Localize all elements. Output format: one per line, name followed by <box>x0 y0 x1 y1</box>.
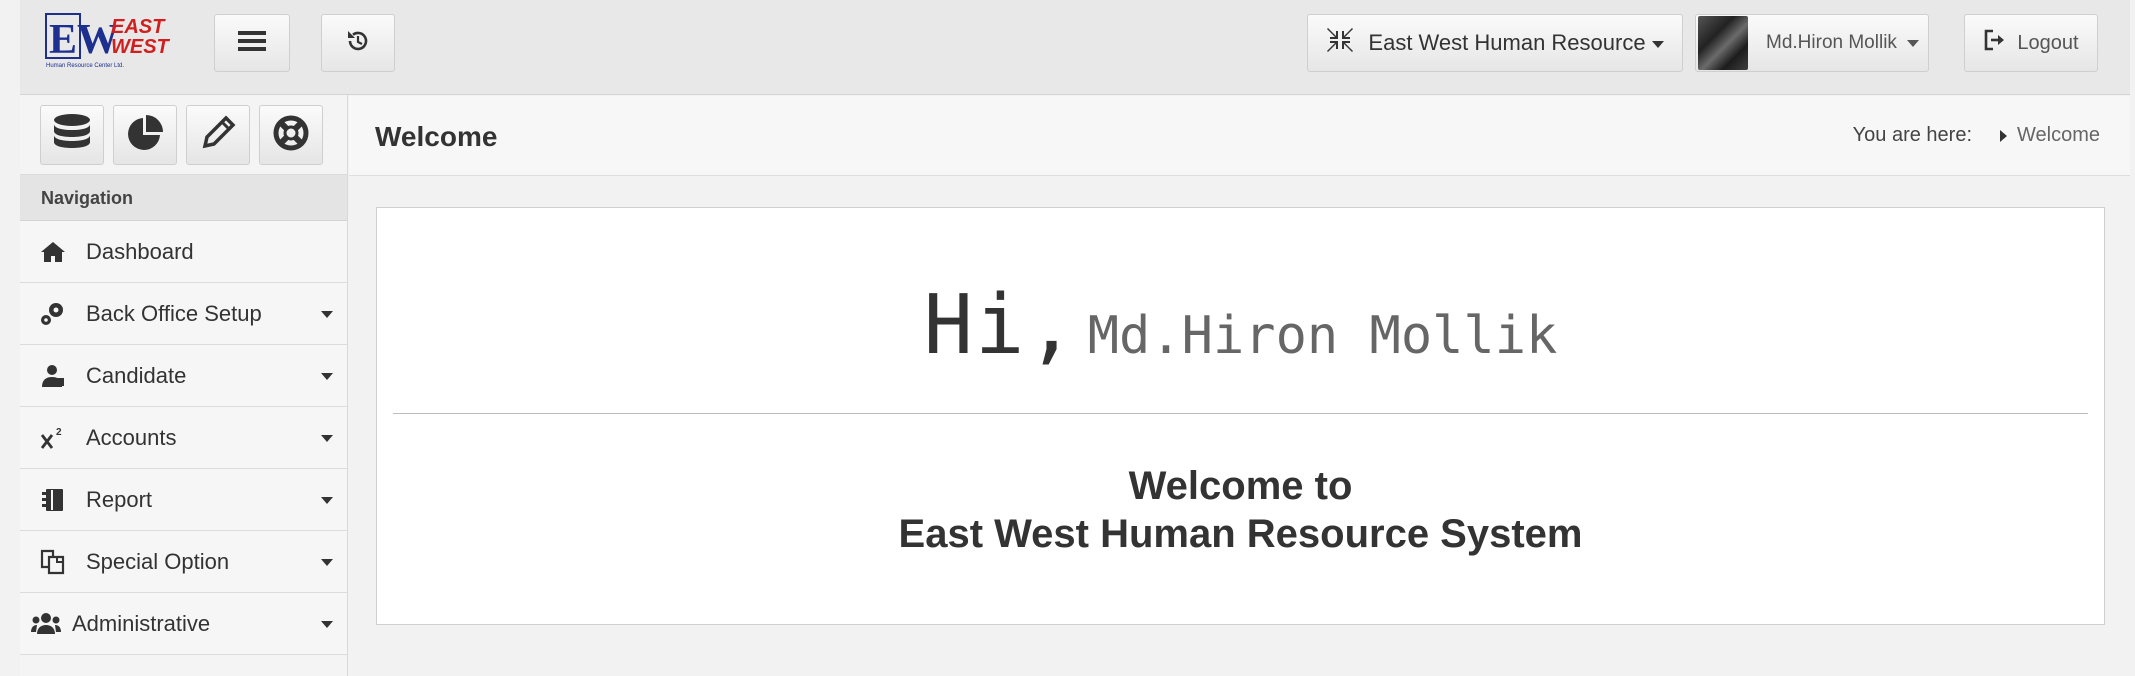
help-button[interactable] <box>259 105 323 165</box>
breadcrumb-current[interactable]: Welcome <box>2017 124 2100 147</box>
sidebar-item-report[interactable]: Report <box>20 469 347 531</box>
company-logo[interactable]: EW EAST WEST Human Resource Center Ltd. <box>45 13 175 71</box>
user-tie-icon <box>20 364 86 388</box>
sidebar: Navigation Dashboard Back Office Setup C… <box>20 95 348 676</box>
sidebar-item-special-option[interactable]: Special Option <box>20 531 347 593</box>
chevron-down-icon <box>321 497 333 504</box>
breadcrumb-prefix: You are here: <box>1852 124 1972 146</box>
menu-toggle-button[interactable] <box>214 14 290 72</box>
chevron-down-icon <box>1651 40 1664 48</box>
database-icon <box>53 113 91 158</box>
caret-right-icon <box>2000 129 2007 142</box>
greeting-line: Hi, Md.Hiron Mollik <box>377 278 2104 373</box>
edit-button[interactable] <box>186 105 250 165</box>
sidebar-item-label: Dashboard <box>86 238 194 264</box>
chevron-down-icon <box>1906 39 1919 47</box>
chevron-down-icon <box>321 373 333 380</box>
life-ring-icon <box>272 114 310 157</box>
sidebar-item-label: Administrative <box>72 610 211 636</box>
chevron-down-icon <box>321 311 333 318</box>
user-name-label: Md.Hiron Mollik <box>1766 32 1897 53</box>
users-icon <box>20 612 72 636</box>
divider <box>393 413 2088 414</box>
address-book-icon <box>20 488 86 512</box>
company-label: East West Human Resource <box>1368 30 1646 55</box>
greeting-name: Md.Hiron Mollik <box>1087 306 1558 366</box>
sidebar-item-label: Report <box>86 486 153 512</box>
history-button[interactable] <box>321 14 395 72</box>
sidebar-item-administrative[interactable]: Administrative <box>20 593 347 655</box>
pie-chart-button[interactable] <box>113 105 177 165</box>
logo-letters: EW <box>49 17 119 63</box>
database-button[interactable] <box>40 105 104 165</box>
avatar <box>1698 16 1748 70</box>
logo-line-east: EAST <box>111 16 166 38</box>
logout-label: Logout <box>2017 31 2079 54</box>
chevron-down-icon <box>321 621 333 628</box>
sidebar-item-dashboard[interactable]: Dashboard <box>20 221 347 283</box>
company-selector-button[interactable]: East West Human Resource <box>1307 14 1683 72</box>
hamburger-icon <box>238 29 266 58</box>
svg-text:2: 2 <box>56 427 62 438</box>
compress-arrows-icon <box>1326 26 1354 60</box>
sidebar-item-label: Back Office Setup <box>86 300 262 326</box>
pencil-icon <box>199 114 237 157</box>
superscript-icon: 2 <box>20 426 86 450</box>
sidebar-toolbar <box>20 95 347 175</box>
page-title: Welcome <box>375 121 498 152</box>
logo-tagline: Human Resource Center Ltd. <box>46 63 124 69</box>
sidebar-item-label: Accounts <box>86 424 177 450</box>
sign-out-icon <box>1983 28 2007 58</box>
home-icon <box>20 241 86 263</box>
page-header: Welcome You are here: Welcome <box>349 96 2130 176</box>
pie-chart-icon <box>126 114 164 157</box>
logo-line-west: WEST <box>111 36 171 58</box>
breadcrumb: You are here: Welcome <box>1853 124 2100 147</box>
chevron-down-icon <box>321 559 333 566</box>
cogs-icon <box>20 302 86 326</box>
welcome-line-2: East West Human Resource System <box>898 512 1583 556</box>
sidebar-item-label: Candidate <box>86 362 187 388</box>
logout-button[interactable]: Logout <box>1964 14 2098 72</box>
sidebar-item-label: Special Option <box>86 548 230 574</box>
welcome-message: Welcome to East West Human Resource Syst… <box>377 462 2104 558</box>
copy-icon <box>20 549 86 575</box>
chevron-down-icon <box>321 435 333 442</box>
welcome-panel: Hi, Md.Hiron Mollik Welcome to East West … <box>376 207 2105 625</box>
navigation-heading: Navigation <box>20 175 347 221</box>
greeting-hi: Hi, <box>923 278 1078 373</box>
welcome-line-1: Welcome to <box>1128 464 1353 508</box>
user-menu-button[interactable]: Md.Hiron Mollik <box>1695 14 1929 72</box>
top-header: EW EAST WEST Human Resource Center Ltd. … <box>20 0 2130 95</box>
history-icon <box>345 28 371 59</box>
sidebar-item-accounts[interactable]: 2 Accounts <box>20 407 347 469</box>
sidebar-item-candidate[interactable]: Candidate <box>20 345 347 407</box>
sidebar-item-back-office-setup[interactable]: Back Office Setup <box>20 283 347 345</box>
